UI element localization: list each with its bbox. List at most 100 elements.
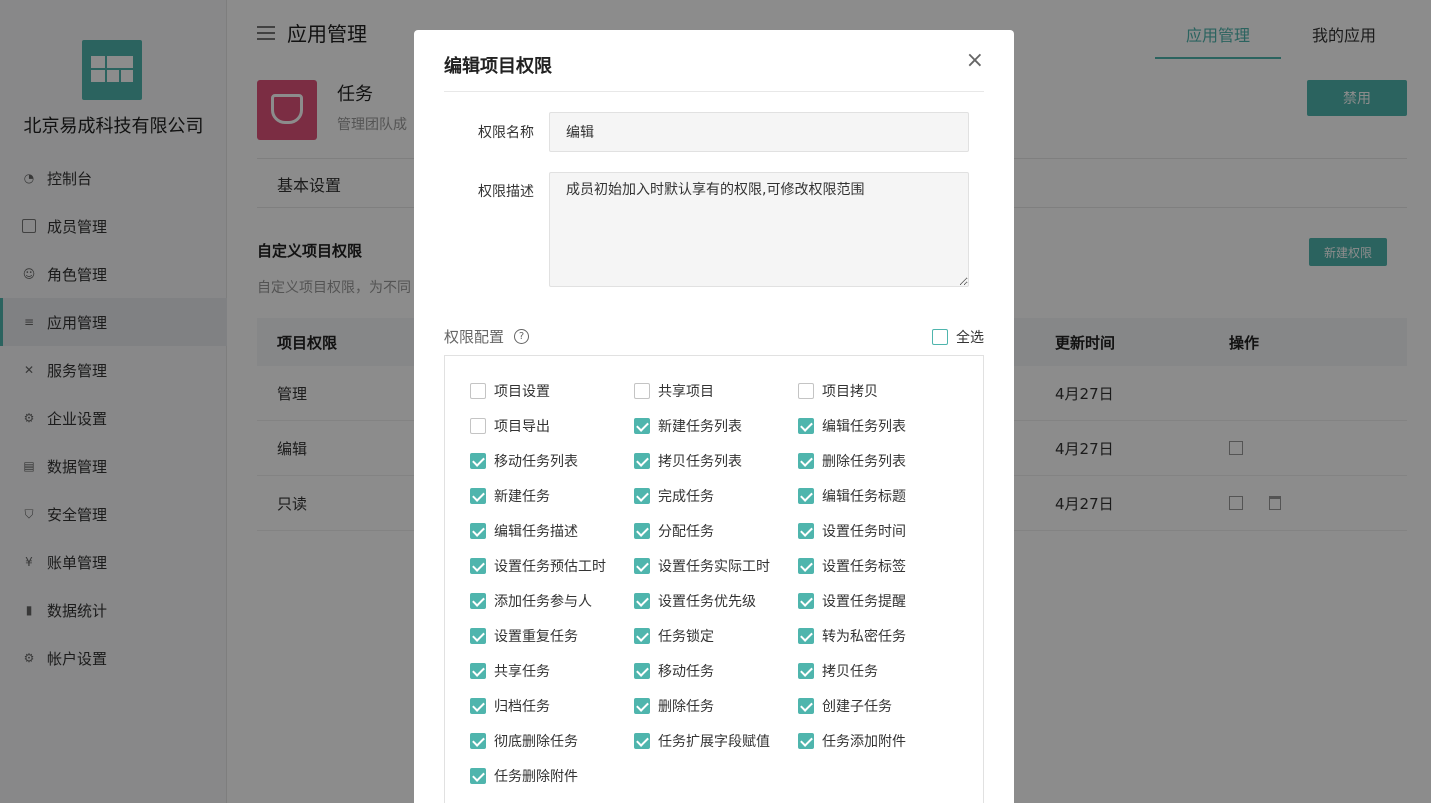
- close-icon[interactable]: ×: [966, 48, 984, 73]
- permission-checkbox[interactable]: [470, 383, 486, 399]
- permission-config-text: 权限配置: [444, 328, 505, 346]
- permission-label: 任务添加附件: [822, 734, 906, 750]
- permission-option[interactable]: 归档任务: [470, 696, 550, 716]
- select-all[interactable]: 全选: [932, 327, 984, 347]
- permission-option[interactable]: 转为私密任务: [798, 626, 906, 646]
- permission-label: 编辑任务列表: [822, 419, 906, 435]
- permission-label: 项目导出: [494, 419, 550, 435]
- permission-label: 分配任务: [658, 524, 714, 540]
- permission-label: 设置任务实际工时: [658, 559, 770, 575]
- permission-checkbox[interactable]: [798, 663, 814, 679]
- permission-label: 完成任务: [658, 489, 714, 505]
- permission-checkbox[interactable]: [634, 593, 650, 609]
- permission-checkbox[interactable]: [470, 733, 486, 749]
- permission-checkbox[interactable]: [798, 628, 814, 644]
- permission-label: 移动任务: [658, 664, 714, 680]
- permission-option[interactable]: 设置任务实际工时: [634, 556, 770, 576]
- permission-option[interactable]: 分配任务: [634, 521, 714, 541]
- permission-checkbox[interactable]: [798, 383, 814, 399]
- permission-label: 拷贝任务列表: [658, 454, 742, 470]
- permission-checkbox[interactable]: [798, 488, 814, 504]
- permission-option[interactable]: 添加任务参与人: [470, 591, 592, 611]
- permission-option[interactable]: 任务锁定: [634, 626, 714, 646]
- permission-option[interactable]: 拷贝任务: [798, 661, 878, 681]
- permission-label: 删除任务: [658, 699, 714, 715]
- permission-checkbox[interactable]: [634, 733, 650, 749]
- permission-option[interactable]: 设置任务提醒: [798, 591, 906, 611]
- permission-option[interactable]: 项目拷贝: [798, 381, 878, 401]
- permission-option[interactable]: 完成任务: [634, 486, 714, 506]
- permission-option[interactable]: 编辑任务标题: [798, 486, 906, 506]
- permission-description-textarea[interactable]: 成员初始加入时默认享有的权限,可修改权限范围: [549, 172, 969, 287]
- permission-checkbox[interactable]: [798, 733, 814, 749]
- permission-label: 彻底删除任务: [494, 734, 578, 750]
- permission-option[interactable]: 拷贝任务列表: [634, 451, 742, 471]
- permission-checkbox[interactable]: [798, 418, 814, 434]
- permission-checkbox[interactable]: [634, 628, 650, 644]
- permission-option[interactable]: 新建任务列表: [634, 416, 742, 436]
- permission-option[interactable]: 新建任务: [470, 486, 550, 506]
- permission-checkbox[interactable]: [798, 523, 814, 539]
- select-all-checkbox[interactable]: [932, 329, 948, 345]
- permission-checkbox[interactable]: [634, 523, 650, 539]
- permission-label: 设置重复任务: [494, 629, 578, 645]
- permission-checkbox[interactable]: [634, 663, 650, 679]
- name-label: 权限名称: [478, 125, 534, 141]
- permission-checkbox[interactable]: [470, 593, 486, 609]
- permission-checkbox[interactable]: [470, 488, 486, 504]
- permission-option[interactable]: 编辑任务描述: [470, 521, 578, 541]
- permission-option[interactable]: 设置重复任务: [470, 626, 578, 646]
- permission-checkbox[interactable]: [470, 628, 486, 644]
- permission-option[interactable]: 任务扩展字段赋值: [634, 731, 770, 751]
- permission-option[interactable]: 移动任务: [634, 661, 714, 681]
- permission-checkbox[interactable]: [798, 453, 814, 469]
- permission-checkbox[interactable]: [634, 698, 650, 714]
- permission-checkbox[interactable]: [470, 768, 486, 784]
- permission-label: 新建任务: [494, 489, 550, 505]
- permission-label: 共享任务: [494, 664, 550, 680]
- help-icon[interactable]: ?: [514, 329, 530, 344]
- permission-option[interactable]: 任务删除附件: [470, 766, 578, 786]
- permission-checkbox[interactable]: [798, 698, 814, 714]
- permission-option[interactable]: 彻底删除任务: [470, 731, 578, 751]
- permission-checkbox[interactable]: [470, 663, 486, 679]
- permission-option[interactable]: 项目设置: [470, 381, 550, 401]
- permission-label: 共享项目: [658, 384, 714, 400]
- permission-option[interactable]: 移动任务列表: [470, 451, 578, 471]
- permission-label: 项目设置: [494, 384, 550, 400]
- permission-checkbox[interactable]: [470, 698, 486, 714]
- permission-option[interactable]: 设置任务优先级: [634, 591, 756, 611]
- permission-label: 添加任务参与人: [494, 594, 592, 610]
- permission-option[interactable]: 共享项目: [634, 381, 714, 401]
- permission-option[interactable]: 删除任务列表: [798, 451, 906, 471]
- permission-option[interactable]: 项目导出: [470, 416, 550, 436]
- permission-label: 项目拷贝: [822, 384, 878, 400]
- permission-checkbox[interactable]: [798, 593, 814, 609]
- permission-option[interactable]: 设置任务时间: [798, 521, 906, 541]
- permission-checkbox[interactable]: [798, 558, 814, 574]
- permission-checkbox[interactable]: [634, 453, 650, 469]
- permission-checkbox[interactable]: [470, 418, 486, 434]
- permission-checkbox[interactable]: [634, 488, 650, 504]
- permission-option[interactable]: 删除任务: [634, 696, 714, 716]
- permission-checkbox[interactable]: [634, 383, 650, 399]
- permission-option[interactable]: 共享任务: [470, 661, 550, 681]
- permission-option[interactable]: 设置任务标签: [798, 556, 906, 576]
- permission-checkbox[interactable]: [470, 558, 486, 574]
- divider: [444, 91, 984, 92]
- permission-option[interactable]: 创建子任务: [798, 696, 892, 716]
- permission-option[interactable]: 编辑任务列表: [798, 416, 906, 436]
- permission-checkbox[interactable]: [470, 453, 486, 469]
- permission-name-input[interactable]: [549, 112, 969, 152]
- permission-checkbox[interactable]: [634, 558, 650, 574]
- permission-option[interactable]: 任务添加附件: [798, 731, 906, 751]
- permission-label: 拷贝任务: [822, 664, 878, 680]
- permission-label: 设置任务优先级: [658, 594, 756, 610]
- permission-label: 任务扩展字段赋值: [658, 734, 770, 750]
- permission-label: 任务锁定: [658, 629, 714, 645]
- permission-option[interactable]: 设置任务预估工时: [470, 556, 606, 576]
- permission-checkbox[interactable]: [634, 418, 650, 434]
- permission-label: 归档任务: [494, 699, 550, 715]
- permission-checkbox[interactable]: [470, 523, 486, 539]
- permission-label: 编辑任务标题: [822, 489, 906, 505]
